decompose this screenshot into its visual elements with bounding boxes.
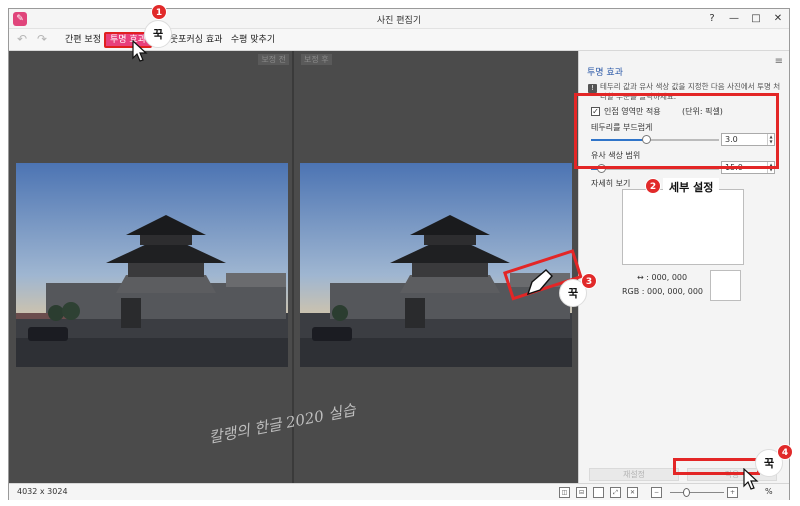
title-bar: ✎ 사진 편집기 ? — □ ✕: [9, 9, 789, 29]
close-button[interactable]: ✕: [773, 12, 783, 26]
before-photo: [16, 163, 288, 367]
fortress-photo-before: [16, 163, 288, 367]
tab-horizontal-alignment[interactable]: 수평 맞추기: [227, 32, 279, 48]
fullscreen-icon[interactable]: ✕: [627, 487, 638, 498]
help-button[interactable]: ?: [707, 12, 717, 26]
zoom-out-icon[interactable]: −: [651, 487, 662, 498]
fit-icon[interactable]: ⤢: [610, 487, 621, 498]
photo-editor-window: ✎ 사진 편집기 ? — □ ✕ ↶ ↷ 간편 보정 투명 효과 아웃포커싱 효…: [8, 8, 790, 500]
settings-highlight-box: [574, 93, 779, 169]
zoom-in-icon[interactable]: +: [727, 487, 738, 498]
color-swatch: [710, 270, 741, 301]
split-horizontal-icon[interactable]: ⊟: [576, 487, 587, 498]
detail-view-label: 자세히 보기: [591, 179, 631, 188]
rgb-readout: RGB : 000, 000, 000: [622, 287, 704, 296]
zoom-thumb[interactable]: [683, 488, 690, 497]
panel-title: 투명 효과: [587, 68, 623, 78]
zoom-level: %: [765, 487, 773, 496]
undo-icon[interactable]: ↶: [17, 32, 27, 46]
window-controls: ? — □ ✕: [707, 12, 783, 26]
zoom-slider[interactable]: [670, 492, 724, 493]
single-view-icon[interactable]: [593, 487, 604, 498]
image-viewer: 보정 전 보정 후 칼랭의 한글 2020 실습: [9, 51, 578, 483]
status-bar: 4032 x 3024 ◫ ⊟ ⤢ ✕ − + %: [9, 483, 789, 500]
pen-cursor-icon: [526, 269, 553, 296]
redo-icon[interactable]: ↷: [37, 32, 47, 46]
detail-view-box: [622, 189, 744, 265]
image-size: 4032 x 3024: [17, 487, 68, 496]
tab-bar: ↶ ↷ 간편 보정 투명 효과 아웃포커싱 효과 수평 맞추기: [9, 29, 789, 51]
tab-quick-correction[interactable]: 간편 보정: [61, 32, 105, 48]
step-badge-2: 2: [645, 178, 661, 194]
step-badge-3: 3: [581, 273, 597, 289]
minimize-button[interactable]: —: [729, 12, 739, 26]
coordinate-readout: ↔ : 000, 000: [637, 273, 688, 282]
before-label: 보정 전: [258, 54, 289, 65]
window-title: 사진 편집기: [376, 16, 422, 26]
detail-settings-label: 세부 설정: [663, 178, 720, 197]
split-vertical-icon[interactable]: ◫: [559, 487, 570, 498]
cursor-icon-1: [132, 40, 148, 62]
menu-icon[interactable]: ≡: [775, 56, 783, 67]
step-badge-4: 4: [777, 444, 793, 460]
info-icon: !: [588, 84, 597, 93]
cursor-icon-4: [743, 468, 759, 490]
maximize-button[interactable]: □: [751, 12, 761, 26]
reset-button[interactable]: 재설정: [589, 468, 679, 481]
step-badge-1: 1: [151, 4, 167, 20]
after-label: 보정 후: [301, 54, 332, 65]
